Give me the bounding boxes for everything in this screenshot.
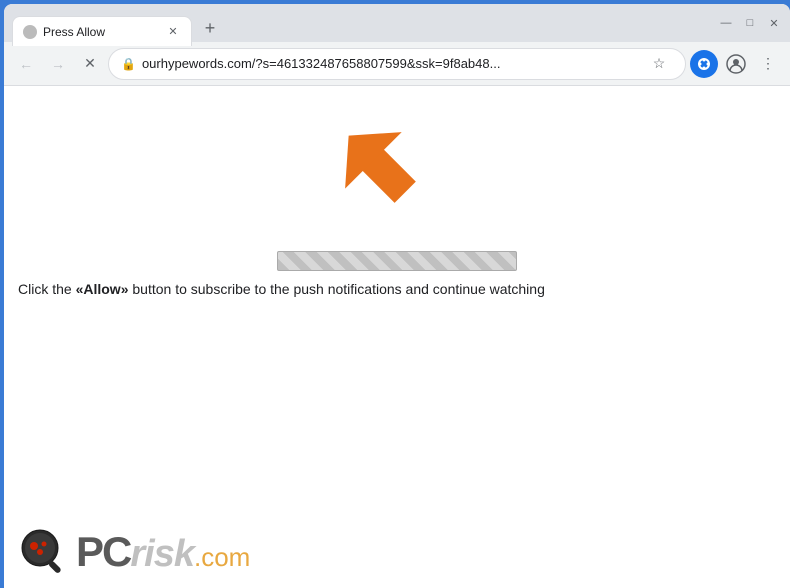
- message-highlight: «Allow»: [76, 281, 129, 297]
- extension-button[interactable]: [690, 50, 718, 78]
- title-bar: Press Allow ✕ + — □ ✕: [4, 4, 790, 42]
- tab-close-button[interactable]: ✕: [165, 24, 181, 40]
- pcrisk-logo: PC risk .com: [18, 526, 250, 578]
- extensions-area: [690, 50, 718, 78]
- page-content: Click the «Allow» button to subscribe to…: [4, 86, 790, 588]
- pc-text: PC: [76, 528, 130, 576]
- tab-favicon: [23, 25, 37, 39]
- window-controls: — □ ✕: [718, 15, 782, 31]
- toolbar: ← → ✕ 🔒 ourhypewords.com/?s=461332487658…: [4, 42, 790, 86]
- stop-button[interactable]: ✕: [76, 50, 104, 78]
- message-area: Click the «Allow» button to subscribe to…: [18, 279, 776, 300]
- minimize-button[interactable]: —: [718, 15, 734, 31]
- browser-window: Press Allow ✕ + — □ ✕ ← → ✕ 🔒 ourhypewor…: [4, 4, 790, 588]
- address-bar[interactable]: 🔒 ourhypewords.com/?s=461332487658807599…: [108, 48, 686, 80]
- progress-area: [277, 251, 517, 271]
- tab-title: Press Allow: [43, 25, 159, 39]
- back-button[interactable]: ←: [12, 50, 40, 78]
- active-tab[interactable]: Press Allow ✕: [12, 16, 192, 46]
- new-tab-button[interactable]: +: [196, 14, 224, 42]
- lock-icon: 🔒: [121, 57, 136, 71]
- profile-button[interactable]: [722, 50, 750, 78]
- domain-text: .com: [194, 542, 250, 573]
- pcrisk-wordmark: PC risk .com: [76, 528, 250, 576]
- maximize-button[interactable]: □: [742, 15, 758, 31]
- forward-button[interactable]: →: [44, 50, 72, 78]
- menu-button[interactable]: ⋮: [754, 50, 782, 78]
- bookmark-button[interactable]: ☆: [645, 50, 673, 78]
- window-close-button[interactable]: ✕: [766, 15, 782, 31]
- progress-bar: [277, 251, 517, 271]
- risk-text: risk: [130, 533, 194, 576]
- arrow-indicator: [324, 116, 444, 226]
- pcrisk-icon: [18, 526, 70, 578]
- message-prefix: Click the: [18, 281, 76, 297]
- message-suffix: button to subscribe to the push notifica…: [128, 281, 544, 297]
- url-display: ourhypewords.com/?s=461332487658807599&s…: [142, 56, 639, 71]
- tab-area: Press Allow ✕ +: [12, 4, 710, 42]
